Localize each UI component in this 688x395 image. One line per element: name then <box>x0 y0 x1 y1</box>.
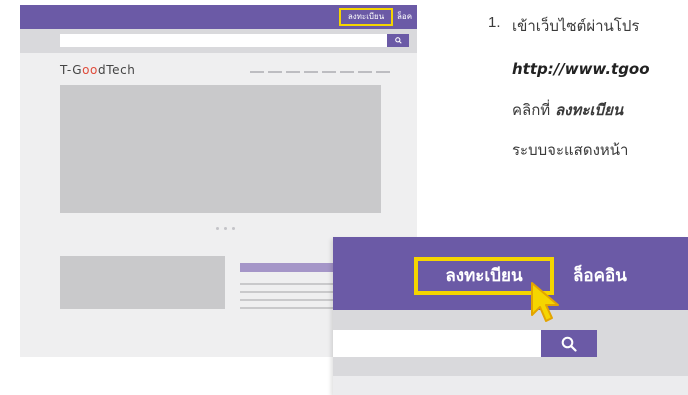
search-icon <box>394 37 402 44</box>
site-logo[interactable]: T-GoodTech <box>60 63 136 77</box>
search-input[interactable] <box>333 330 541 357</box>
carousel-dot[interactable] <box>216 227 219 230</box>
login-link[interactable]: ล็อคอิน <box>573 257 627 295</box>
nav-item-placeholder[interactable] <box>322 71 336 73</box>
instruction-register-emphasis: ลงทะเบียน <box>554 101 624 119</box>
mock-search-bar <box>20 29 417 53</box>
nav-item-placeholder[interactable] <box>340 71 354 73</box>
logo-text-suffix: dTech <box>98 63 136 77</box>
nav-item-placeholder[interactable] <box>286 71 300 73</box>
nav-item-placeholder[interactable] <box>358 71 372 73</box>
mock-top-bar: ลงทะเบียน ล็อคอิน <box>20 5 417 39</box>
search-icon <box>561 336 577 352</box>
mock-register-button[interactable]: ลงทะเบียน <box>339 8 393 26</box>
instruction-text: 1. เข้าเว็บไซต์ผ่านโปร http://www.tgoo ค… <box>488 0 688 235</box>
instruction-line-1: เข้าเว็บไซต์ผ่านโปร <box>512 17 640 35</box>
content-card-placeholder <box>60 256 225 309</box>
zoomed-header-callout: ลงทะเบียน ล็อคอิน <box>333 237 688 395</box>
search-button[interactable] <box>541 330 597 357</box>
carousel-dot[interactable] <box>232 227 235 230</box>
zoomed-search-bar <box>333 310 688 376</box>
carousel-dots[interactable] <box>216 227 235 230</box>
mock-nav-menu <box>250 71 390 73</box>
instruction-line-3-prefix: คลิกที่ <box>512 101 555 119</box>
mock-search-button[interactable] <box>387 34 409 47</box>
nav-item-placeholder[interactable] <box>304 71 318 73</box>
nav-item-placeholder[interactable] <box>268 71 282 73</box>
zoomed-top-bar: ลงทะเบียน ล็อคอิน <box>333 237 688 310</box>
logo-text-prefix: T-G <box>60 63 83 77</box>
logo-text-oo: oo <box>82 63 98 77</box>
nav-item-placeholder[interactable] <box>376 71 390 73</box>
instruction-url: http://www.tgoo <box>512 60 650 78</box>
instruction-line-3: คลิกที่ ลงทะเบียน <box>512 98 623 122</box>
mock-search-input[interactable] <box>60 34 387 47</box>
hero-banner-placeholder <box>60 85 381 213</box>
instruction-line-4: ระบบจะแสดงหน้า <box>512 141 629 159</box>
carousel-dot[interactable] <box>224 227 227 230</box>
step-number: 1. <box>488 14 501 31</box>
nav-item-placeholder[interactable] <box>250 71 264 73</box>
hand-pointer-icon <box>531 282 559 322</box>
